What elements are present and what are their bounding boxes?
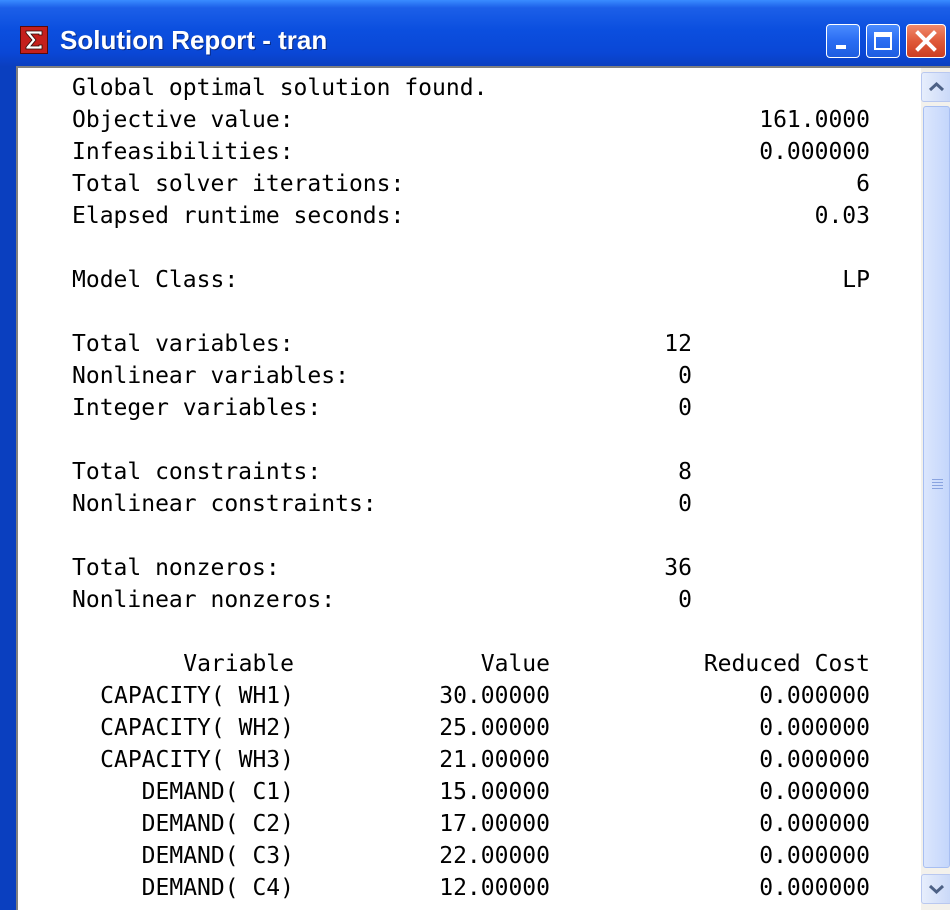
vertical-scrollbar[interactable] [921,68,950,910]
row-variable: DEMAND( C4) [141,875,294,901]
objective-label: Objective value: [72,107,294,133]
nonlinear-variables-value: 0 [678,363,692,389]
row-value: 30.00000 [439,683,550,709]
integer-variables-label: Integer variables: [72,395,322,421]
total-constraints-label: Total constraints: [72,459,322,485]
lingo-sigma-icon[interactable] [20,26,48,54]
scroll-thumb[interactable] [923,106,950,868]
solution-report-text[interactable]: Global optimal solution found. Objective… [18,68,921,910]
row-variable: CAPACITY( WH1) [100,683,294,709]
header-value: Value [480,651,550,677]
integer-variables-value: 0 [678,395,692,421]
runtime-label: Elapsed runtime seconds: [72,203,405,229]
row-variable: CAPACITY( WH3) [100,747,294,773]
header-reduced-cost: Reduced Cost [703,651,870,677]
total-variables-value: 12 [664,331,692,357]
chevron-up-icon [928,81,945,92]
row-reduced-cost: 0.000000 [759,683,870,709]
row-value: 15.00000 [439,779,550,805]
row-reduced-cost: 0.000000 [759,779,870,805]
title-bar[interactable]: Solution Report - tran [0,0,950,66]
objective-value: 161.0000 [759,107,870,133]
iterations-value: 6 [856,171,870,197]
runtime-value: 0.03 [814,203,870,229]
row-reduced-cost: 0.000000 [759,843,870,869]
row-value: 12.00000 [439,875,550,901]
row-reduced-cost: 0.000000 [759,747,870,773]
scroll-up-button[interactable] [921,72,950,102]
nonlinear-nonzeros-value: 0 [678,587,692,613]
report-client-area: Global optimal solution found. Objective… [16,66,950,910]
maximize-button[interactable] [866,24,900,58]
model-class-value: LP [842,267,870,293]
scroll-down-button[interactable] [921,874,950,904]
model-class-label: Model Class: [72,267,239,293]
close-button[interactable] [906,24,946,58]
iterations-label: Total solver iterations: [72,171,405,197]
infeasibilities-value: 0.000000 [759,139,870,165]
minimize-button[interactable] [826,24,860,58]
infeasibilities-label: Infeasibilities: [72,139,294,165]
total-nonzeros-label: Total nonzeros: [72,555,280,581]
total-variables-label: Total variables: [72,331,294,357]
row-value: 25.00000 [439,715,550,741]
nonlinear-constraints-label: Nonlinear constraints: [72,491,377,517]
total-nonzeros-value: 36 [664,555,692,581]
nonlinear-nonzeros-label: Nonlinear nonzeros: [72,587,336,613]
window-title: Solution Report - tran [60,25,328,55]
row-variable: CAPACITY( WH2) [100,715,294,741]
total-constraints-value: 8 [678,459,692,485]
row-variable: DEMAND( C3) [141,843,294,869]
row-value: 22.00000 [439,843,550,869]
solution-report-window: Solution Report - tran Global optimal so… [0,0,950,910]
row-reduced-cost: 0.000000 [759,715,870,741]
solution-status: Global optimal solution found. [72,75,488,101]
row-value: 17.00000 [439,811,550,837]
row-value: 21.00000 [439,747,550,773]
nonlinear-variables-label: Nonlinear variables: [72,363,349,389]
row-reduced-cost: 0.000000 [759,811,870,837]
nonlinear-constraints-value: 0 [678,491,692,517]
header-variable: Variable [183,651,294,677]
row-variable: DEMAND( C2) [141,811,294,837]
row-reduced-cost: 0.000000 [759,875,870,901]
row-variable: DEMAND( C1) [141,779,294,805]
chevron-down-icon [928,884,945,895]
